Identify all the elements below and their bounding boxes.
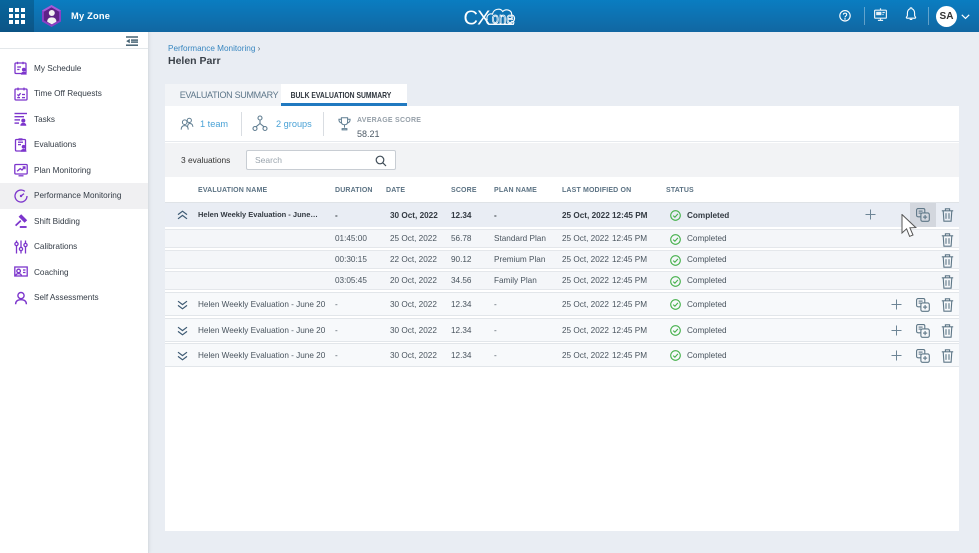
svg-text:one: one — [492, 10, 514, 27]
svg-text:CX: CX — [464, 7, 491, 29]
